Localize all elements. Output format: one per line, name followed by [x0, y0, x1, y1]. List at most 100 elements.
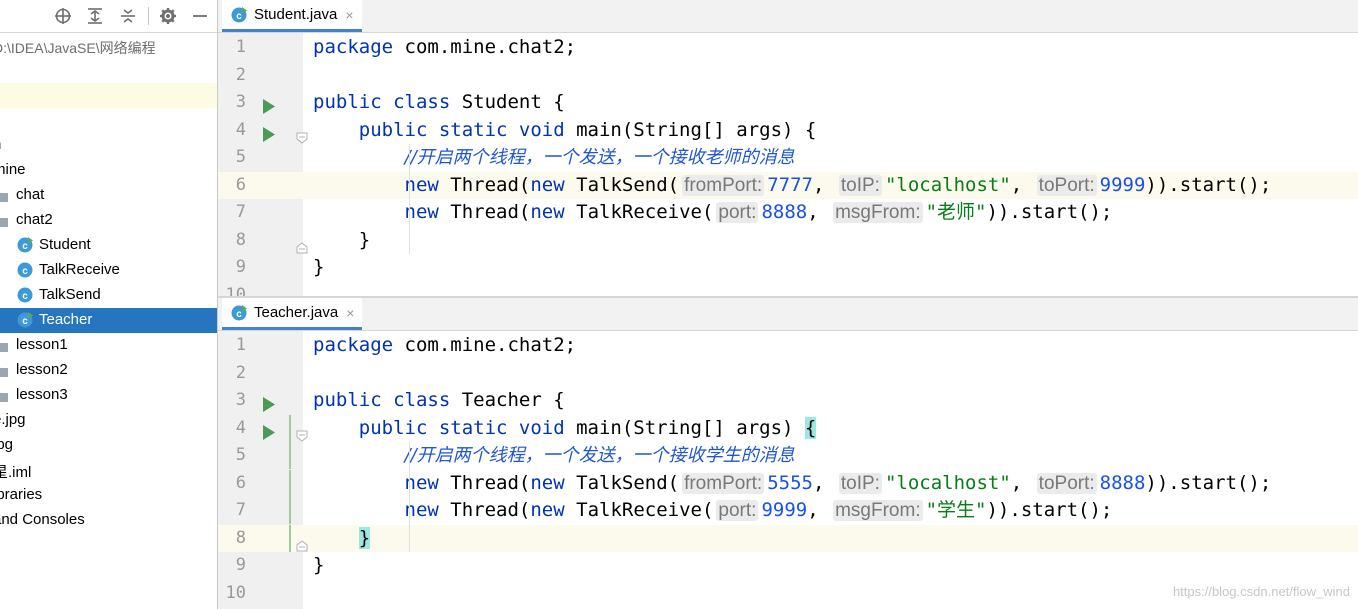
java-class-icon: c	[16, 311, 34, 329]
code-line[interactable]: 7 new Thread(new TalkReceive(port: 8888, …	[218, 199, 1358, 226]
code-token: )).	[1145, 173, 1180, 196]
tree-item-talkreceive[interactable]: c TalkReceive	[0, 258, 217, 283]
fold-icon[interactable]	[296, 533, 308, 551]
run-icon[interactable]	[262, 393, 276, 412]
code-line[interactable]: 6 new Thread(new TalkSend(fromPort: 5555,…	[218, 469, 1358, 497]
code-token: Teacher {	[450, 389, 565, 411]
expand-all-icon[interactable]	[85, 6, 105, 26]
line-number: 7	[235, 500, 246, 520]
code-line[interactable]: 5 //开启两个线程，一个发送，一个接收学生的消息	[218, 442, 1358, 469]
tab-bar: c Student.java ×	[218, 0, 1358, 33]
collapse-all-icon[interactable]	[118, 6, 138, 26]
parameter-hint: toIP:	[838, 174, 882, 196]
tree-item-lesson1[interactable]: lesson1	[0, 333, 217, 358]
line-number: 4	[235, 417, 246, 438]
line-number: 8	[235, 229, 246, 250]
java-class-icon: c	[230, 6, 248, 24]
tree-item-label: and Consoles	[0, 511, 85, 528]
run-icon[interactable]	[262, 123, 276, 142]
svg-text:c: c	[236, 309, 242, 320]
code-line[interactable]: 2	[218, 360, 1358, 387]
code-text: }	[313, 254, 324, 281]
fold-icon[interactable]	[296, 125, 308, 144]
code-token: }	[313, 256, 325, 278]
code-token: {	[804, 416, 817, 439]
tree-item-chat2[interactable]: chat2	[0, 208, 217, 233]
code-token: 8888	[1099, 471, 1146, 494]
run-icon[interactable]	[262, 95, 276, 114]
code-line[interactable]: 1 package com.mine.chat2;	[218, 34, 1358, 61]
code-text: new Thread(new TalkReceive(port: 8888, ms…	[313, 199, 1112, 226]
code-token: 9999	[761, 499, 808, 521]
tree-item-teacher[interactable]: c Teacher	[0, 308, 217, 333]
code-line[interactable]: 10	[218, 282, 1358, 298]
code-token: start();	[1020, 499, 1113, 521]
code-line[interactable]: 3 public class Teacher {	[218, 387, 1358, 414]
tree-item-mine[interactable]: mine	[0, 158, 217, 183]
code-token: public class	[313, 389, 451, 411]
code-text: package com.mine.chat2;	[313, 332, 576, 359]
code-token: "学生"	[925, 499, 987, 521]
code-line[interactable]: 4 public static void main(String[] args)…	[218, 117, 1358, 144]
tree-item-lesson3[interactable]: lesson3	[0, 383, 217, 408]
tree-item-label: n	[0, 136, 1, 153]
code-token: public class	[313, 91, 451, 113]
tree-item-label: 星.iml	[0, 464, 32, 481]
java-class-icon: c	[16, 236, 34, 254]
svg-text:c: c	[22, 241, 28, 252]
gear-icon[interactable]	[158, 6, 178, 26]
tree-item-ibraries[interactable]: ibraries	[0, 483, 217, 508]
code-token: 8888	[761, 201, 808, 223]
tree-item-jpg[interactable]: jpg	[0, 433, 217, 458]
code-line[interactable]: 4 public static void main(String[] args)…	[218, 414, 1358, 442]
tree-item-n[interactable]: n	[0, 133, 217, 158]
tree-item-label: lesson2	[16, 361, 68, 378]
tree-item-chat[interactable]: chat	[0, 183, 217, 208]
svg-text:c: c	[22, 266, 28, 277]
crosshair-icon[interactable]	[53, 6, 73, 26]
tree-item-and-consoles[interactable]: and Consoles	[0, 508, 217, 533]
fold-icon[interactable]	[296, 423, 308, 442]
code-token: 7777	[767, 173, 813, 196]
tree-item-label: TalkReceive	[39, 261, 120, 278]
close-icon[interactable]: ×	[345, 7, 353, 23]
hide-icon[interactable]	[190, 6, 210, 26]
code-line[interactable]: 1 package com.mine.chat2;	[218, 332, 1358, 359]
code-line[interactable]: 9}	[218, 552, 1358, 579]
code-line[interactable]: 8 }	[218, 524, 1358, 552]
tree-item-iml[interactable]: 星.iml	[0, 458, 217, 483]
code-token: com.mine.chat2;	[404, 334, 577, 356]
fold-icon[interactable]	[296, 235, 308, 253]
code-text: //开启两个线程，一个发送，一个接收老师的消息	[313, 144, 795, 171]
code-token: Thread(	[438, 471, 531, 494]
java-class-icon: c	[16, 261, 34, 279]
code-line[interactable]: 5 //开启两个线程，一个发送，一个接收老师的消息	[218, 144, 1358, 171]
tree-item-e-jpg[interactable]: e.jpg	[0, 408, 217, 433]
code-line[interactable]: 2	[218, 62, 1358, 89]
tab-student-java[interactable]: c Student.java ×	[222, 0, 362, 32]
code-token: start();	[1179, 173, 1272, 196]
code-token: start();	[1179, 471, 1272, 494]
code-token: Student {	[450, 91, 565, 113]
tree-item-talksend[interactable]: c TalkSend	[0, 283, 217, 308]
code-line[interactable]: 6 new Thread(new TalkSend(fromPort: 7777,…	[218, 171, 1358, 199]
code-text: public class Student {	[313, 89, 565, 116]
code-token: )).	[1145, 471, 1180, 494]
code-text: }	[313, 552, 324, 579]
line-number: 8	[235, 527, 246, 548]
tree-item-label: mine	[0, 161, 26, 178]
code-token: )).	[986, 201, 1021, 223]
code-line[interactable]: 8 }	[218, 227, 1358, 254]
code-token: package	[313, 334, 394, 356]
folder-icon	[0, 364, 8, 377]
code-line[interactable]: 7 new Thread(new TalkReceive(port: 9999, …	[218, 497, 1358, 524]
code-line[interactable]: 3 public class Student {	[218, 89, 1358, 116]
tab-teacher-java[interactable]: c Teacher.java ×	[222, 298, 363, 330]
close-icon[interactable]: ×	[346, 305, 354, 321]
code-line[interactable]: 9}	[218, 254, 1358, 281]
tree-item-student[interactable]: c Student	[0, 233, 217, 258]
tree-item-lesson2[interactable]: lesson2	[0, 358, 217, 383]
run-icon[interactable]	[262, 421, 276, 440]
